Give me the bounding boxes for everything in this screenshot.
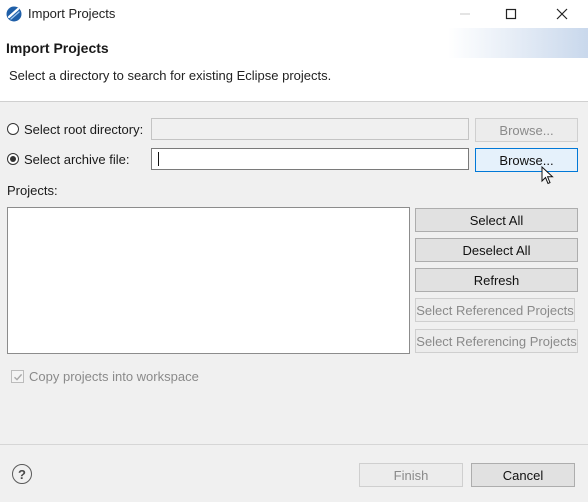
finish-button[interactable]: Finish <box>359 463 463 487</box>
checkmark-icon <box>13 373 22 381</box>
projects-label: Projects: <box>7 183 58 198</box>
root-browse-button[interactable]: Browse... <box>475 118 578 142</box>
archive-file-radio[interactable] <box>7 153 19 165</box>
archive-file-input[interactable] <box>151 148 469 170</box>
minimize-button[interactable] <box>442 0 488 28</box>
archive-file-label: Select archive file: <box>24 152 130 167</box>
maximize-button[interactable] <box>488 0 534 28</box>
root-directory-radio[interactable] <box>7 123 19 135</box>
copy-projects-checkbox[interactable] <box>11 370 24 383</box>
help-icon[interactable]: ? <box>12 464 32 484</box>
header-banner-graphic <box>448 28 588 58</box>
root-directory-label: Select root directory: <box>24 122 144 137</box>
select-all-button[interactable]: Select All <box>415 208 578 232</box>
page-description: Select a directory to search for existin… <box>9 68 332 83</box>
title-bar: Import Projects <box>0 0 588 28</box>
window-title: Import Projects <box>28 6 116 21</box>
select-referencing-projects-button[interactable]: Select Referencing Projects <box>415 329 578 353</box>
text-cursor <box>158 152 159 166</box>
refresh-button[interactable]: Refresh <box>415 268 578 292</box>
close-icon <box>556 8 568 20</box>
mouse-pointer-icon <box>541 166 554 185</box>
close-button[interactable] <box>538 0 586 28</box>
eclipse-icon <box>6 6 22 22</box>
archive-browse-button[interactable]: Browse... <box>475 148 578 172</box>
copy-projects-label: Copy projects into workspace <box>29 369 199 384</box>
projects-list[interactable] <box>7 207 410 354</box>
maximize-icon <box>505 8 517 20</box>
page-title: Import Projects <box>6 40 109 56</box>
minimize-icon <box>460 13 470 15</box>
deselect-all-button[interactable]: Deselect All <box>415 238 578 262</box>
wizard-header: Import Projects Select a directory to se… <box>0 28 588 102</box>
root-directory-input[interactable] <box>151 118 469 140</box>
footer-separator <box>0 444 588 445</box>
select-referenced-projects-button[interactable]: Select Referenced Projects <box>415 298 575 322</box>
cancel-button[interactable]: Cancel <box>471 463 575 487</box>
